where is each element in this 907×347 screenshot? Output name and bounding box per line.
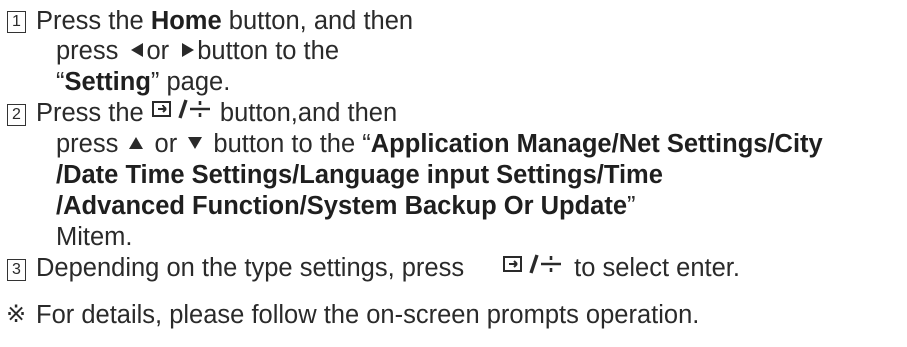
menu-path-text: /Date Time Settings/Language input Setti… (56, 161, 663, 189)
step-3-line-1: Depending on the type settings, press to … (36, 253, 740, 285)
instruction-document: 1 Press the Home button, and then press … (0, 0, 907, 347)
step-2-text: Mitem. (56, 223, 133, 251)
close-quote: ” (627, 192, 636, 220)
note-text: For details, please follow the on-screen… (36, 301, 700, 329)
note-mark: ※ (6, 301, 27, 328)
open-quote: “ (56, 68, 65, 96)
menu-path-text: /Advanced Function/System Backup Or Upda… (56, 192, 628, 220)
setting-page-label: Setting (64, 68, 151, 96)
right-triangle-icon (182, 43, 195, 58)
menu-path-text: Application Manage/Net Settings/City (370, 130, 823, 158)
step-2-text: button to the “ (206, 130, 371, 158)
step-3-text: to select enter. (574, 254, 740, 282)
home-button-label: Home (150, 7, 222, 35)
step-1-text: or (146, 37, 177, 65)
step-1-text: Press the (36, 7, 151, 35)
enter-plus-icon (502, 252, 564, 283)
step-1-text: button, and then (221, 7, 414, 35)
step-2-text: press (56, 130, 126, 158)
left-triangle-icon (131, 43, 144, 58)
step-number-box: 3 (7, 259, 26, 281)
step-1-line-3: “Setting” page. (56, 67, 230, 97)
step-1-text: button to the (197, 37, 340, 65)
step-2-line-5: Mitem. (56, 222, 133, 252)
step-2-line-3: /Date Time Settings/Language input Setti… (56, 160, 663, 190)
step-number-box: 1 (7, 11, 26, 33)
up-triangle-icon (129, 137, 144, 150)
step-1-text: ” page. (150, 68, 231, 96)
down-triangle-icon (188, 137, 203, 150)
step-3-text: Depending on the type settings, press (36, 254, 465, 282)
step-2-text: button,and then (212, 99, 398, 127)
step-1-line-2: press or button to the (56, 36, 339, 66)
step-2-line-2: press or button to the “Application Mana… (56, 129, 823, 159)
step-1-line-1: Press the Home button, and then (36, 6, 413, 36)
step-2-line-4: /Advanced Function/System Backup Or Upda… (56, 191, 636, 221)
step-2-line-1: Press the button,and then (36, 98, 397, 130)
step-2-text: Press the (36, 99, 151, 127)
step-2-text: or (147, 130, 185, 158)
step-1-text: press (56, 37, 126, 65)
enter-plus-icon (151, 97, 213, 128)
step-number-box: 2 (7, 104, 26, 126)
